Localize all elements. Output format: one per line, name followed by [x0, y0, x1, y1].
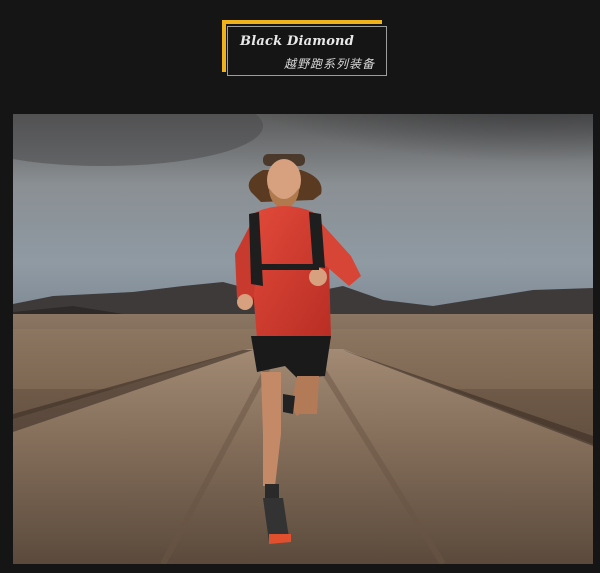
brand-badge: Black Diamond 越野跑系列装备: [222, 20, 388, 78]
header: Black Diamond 越野跑系列装备: [0, 0, 600, 114]
badge-box: Black Diamond 越野跑系列装备: [227, 26, 387, 76]
brand-subtitle: 越野跑系列装备: [283, 57, 375, 71]
brand-name: Black Diamond: [240, 34, 355, 49]
trail-runner-photo: [13, 114, 593, 564]
hero-photo: [13, 114, 593, 564]
